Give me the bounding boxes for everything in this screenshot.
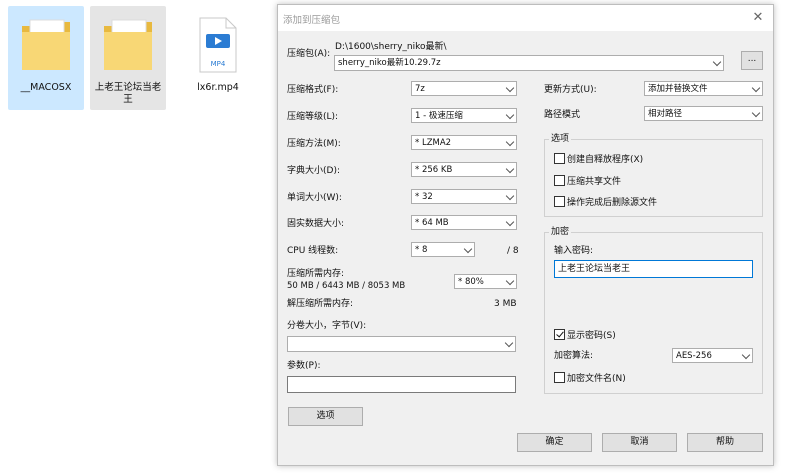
file-label: lx6r.mp4 bbox=[197, 82, 239, 93]
show-password-label: 显示密码(S) bbox=[567, 331, 616, 341]
compress-memory-label: 压缩所需内存: bbox=[287, 269, 345, 279]
password-value: 上老王论坛当老王 bbox=[558, 264, 631, 274]
password-label: 输入密码: bbox=[554, 246, 594, 256]
sfx-label: 创建自释放程序(X) bbox=[567, 155, 644, 165]
chevron-down-icon bbox=[505, 164, 515, 174]
titlebar: 添加到压缩包 ✕ bbox=[278, 5, 773, 31]
chevron-down-icon bbox=[505, 276, 515, 286]
path-mode-value: 相对路径 bbox=[648, 109, 683, 119]
file-badge: MP4 bbox=[210, 60, 226, 68]
method-select[interactable]: * LZMA2 bbox=[411, 135, 517, 150]
options-group: 选项 创建自释放程序(X) 压缩共享文件 操作完成后删除源文件 bbox=[544, 133, 763, 217]
dict-value: * 256 KB bbox=[415, 165, 453, 175]
word-label: 单词大小(W): bbox=[287, 193, 342, 203]
solid-value: * 64 MB bbox=[415, 218, 449, 228]
update-label: 更新方式(U): bbox=[544, 85, 597, 95]
dialog-title: 添加到压缩包 bbox=[283, 15, 341, 26]
file-item-macosx[interactable]: __MACOSX bbox=[8, 6, 84, 110]
checkbox-box bbox=[554, 175, 565, 186]
ok-button[interactable]: 确定 bbox=[517, 433, 592, 452]
chevron-down-icon bbox=[505, 110, 515, 120]
file-item-video[interactable]: MP4 lx6r.mp4 bbox=[180, 6, 256, 110]
memory-percent-value: * 80% bbox=[458, 277, 484, 287]
archive-path: D:\1600\sherry_niko最新\ bbox=[335, 42, 447, 52]
show-password-checkbox[interactable]: 显示密码(S) bbox=[554, 329, 616, 342]
file-label: 上老王论坛当老王 bbox=[94, 82, 162, 105]
chevron-down-icon bbox=[505, 191, 515, 201]
dict-select[interactable]: * 256 KB bbox=[411, 162, 517, 177]
encrypt-names-checkbox[interactable]: 加密文件名(N) bbox=[554, 372, 626, 385]
options-group-title: 选项 bbox=[549, 133, 572, 145]
options-button[interactable]: 选项 bbox=[288, 407, 363, 426]
add-to-archive-dialog: 添加到压缩包 ✕ 压缩包(A): D:\1600\sherry_niko最新\ … bbox=[277, 4, 774, 466]
encryption-group-title: 加密 bbox=[549, 226, 572, 238]
sfx-checkbox[interactable]: 创建自释放程序(X) bbox=[554, 153, 643, 166]
level-label: 压缩等级(L): bbox=[287, 112, 339, 122]
update-select[interactable]: 添加并替换文件 bbox=[644, 81, 763, 96]
word-select[interactable]: * 32 bbox=[411, 189, 517, 204]
volume-label: 分卷大小，字节(V): bbox=[287, 321, 367, 331]
encrypt-names-label: 加密文件名(N) bbox=[567, 374, 626, 384]
file-label: __MACOSX bbox=[20, 82, 72, 93]
chevron-down-icon bbox=[505, 83, 515, 93]
folder-icon bbox=[22, 19, 70, 70]
shared-files-label: 压缩共享文件 bbox=[567, 177, 622, 187]
checkbox-box bbox=[554, 196, 565, 207]
archive-name-value: sherry_niko最新10.29.7z bbox=[338, 58, 441, 68]
path-mode-label: 路径模式 bbox=[544, 110, 581, 120]
chevron-down-icon bbox=[712, 57, 722, 67]
threads-select[interactable]: * 8 bbox=[411, 242, 475, 257]
threads-label: CPU 线程数: bbox=[287, 246, 339, 256]
cancel-button[interactable]: 取消 bbox=[602, 433, 677, 452]
chevron-down-icon bbox=[505, 217, 515, 227]
compress-memory-value: 50 MB / 6443 MB / 8053 MB bbox=[287, 281, 406, 291]
format-value: 7z bbox=[415, 84, 425, 94]
params-label: 参数(P): bbox=[287, 361, 321, 371]
archive-label: 压缩包(A): bbox=[287, 49, 331, 59]
delete-source-label: 操作完成后删除源文件 bbox=[567, 198, 658, 208]
word-value: * 32 bbox=[415, 192, 433, 202]
checkbox-box bbox=[554, 372, 565, 383]
dict-label: 字典大小(D): bbox=[287, 166, 340, 176]
encryption-method-select[interactable]: AES-256 bbox=[672, 348, 753, 363]
decompress-memory-value: 3 MB bbox=[494, 299, 517, 309]
decompress-memory-label: 解压缩所需内存: bbox=[287, 299, 354, 309]
chevron-down-icon bbox=[504, 338, 514, 348]
chevron-down-icon bbox=[751, 83, 761, 93]
delete-source-checkbox[interactable]: 操作完成后删除源文件 bbox=[554, 196, 657, 209]
volume-size-combo[interactable] bbox=[287, 336, 516, 352]
help-button[interactable]: 帮助 bbox=[687, 433, 763, 452]
encryption-method-label: 加密算法: bbox=[554, 351, 594, 361]
encryption-method-value: AES-256 bbox=[676, 351, 712, 361]
threads-max: / 8 bbox=[507, 246, 519, 256]
browse-button[interactable]: ... bbox=[741, 51, 763, 70]
checkbox-box bbox=[554, 153, 565, 164]
update-value: 添加并替换文件 bbox=[648, 84, 708, 94]
memory-percent-select[interactable]: * 80% bbox=[454, 274, 517, 289]
folder-icon bbox=[104, 19, 152, 70]
close-button[interactable]: ✕ bbox=[743, 5, 773, 31]
method-value: * LZMA2 bbox=[415, 138, 452, 148]
chevron-down-icon bbox=[505, 137, 515, 147]
password-input[interactable]: 上老王论坛当老王 bbox=[554, 260, 753, 278]
level-select[interactable]: 1 - 极速压缩 bbox=[411, 108, 517, 123]
archive-name-combo[interactable]: sherry_niko最新10.29.7z bbox=[334, 55, 724, 71]
chevron-down-icon bbox=[751, 108, 761, 118]
path-mode-select[interactable]: 相对路径 bbox=[644, 106, 763, 121]
threads-value: * 8 bbox=[415, 245, 428, 255]
solid-label: 固实数据大小: bbox=[287, 219, 345, 229]
file-item-folder[interactable]: 上老王论坛当老王 bbox=[90, 6, 166, 110]
shared-files-checkbox[interactable]: 压缩共享文件 bbox=[554, 175, 621, 188]
level-value: 1 - 极速压缩 bbox=[415, 111, 463, 121]
format-label: 压缩格式(F): bbox=[287, 85, 339, 95]
chevron-down-icon bbox=[741, 350, 751, 360]
checkbox-box bbox=[554, 329, 565, 340]
method-label: 压缩方法(M): bbox=[287, 139, 341, 149]
format-select[interactable]: 7z bbox=[411, 81, 517, 96]
encryption-group: 加密 输入密码: 上老王论坛当老王 显示密码(S) 加密算法: AES-256 … bbox=[544, 226, 763, 394]
params-input[interactable] bbox=[287, 376, 516, 393]
chevron-down-icon bbox=[463, 244, 473, 254]
solid-select[interactable]: * 64 MB bbox=[411, 215, 517, 230]
